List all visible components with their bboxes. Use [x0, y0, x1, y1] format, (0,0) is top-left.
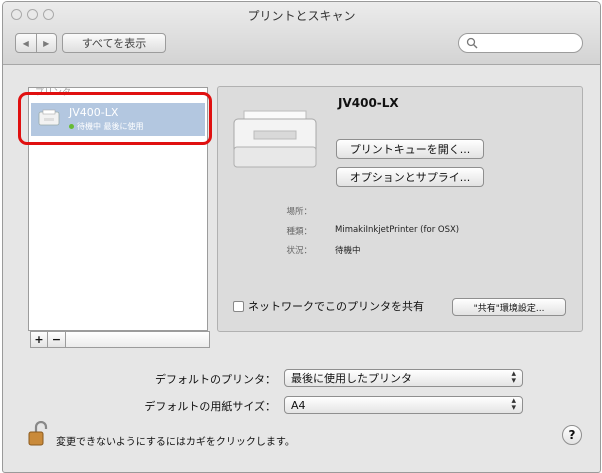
- back-forward-buttons: ◀ ▶: [15, 33, 57, 53]
- share-printer-label: ネットワークでこのプリンタを共有: [248, 300, 424, 313]
- status-value: 待機中: [335, 246, 361, 256]
- popup-arrows-icon: ▴ ▾: [511, 369, 516, 386]
- add-printer-button[interactable]: +: [30, 331, 48, 348]
- kind-label: 種類：: [286, 227, 312, 237]
- show-all-button[interactable]: すべてを表示: [62, 33, 166, 53]
- popup-arrows-icon: ▴ ▾: [511, 396, 516, 413]
- large-printer-icon: [233, 110, 317, 168]
- status-label: 状況：: [286, 246, 312, 256]
- printer-detail-panel: JV400-LX プリントキューを開く... オプションとサプライ... 場所：…: [217, 86, 583, 332]
- detail-printer-name: JV400-LX: [338, 96, 399, 110]
- search-input[interactable]: [458, 33, 583, 53]
- default-printer-value: 最後に使用したプリンタ: [291, 372, 412, 385]
- title-bar: プリントとスキャン ◀ ▶ すべてを表示: [3, 2, 600, 65]
- default-paper-value: A4: [291, 398, 306, 412]
- search-icon: [466, 37, 478, 49]
- help-button[interactable]: ?: [562, 425, 582, 445]
- default-paper-label: デフォルトの用紙サイズ：: [144, 400, 276, 413]
- share-printer-checkbox[interactable]: [233, 300, 244, 312]
- forward-button[interactable]: ▶: [35, 34, 57, 52]
- kind-value: MimakiInkjetPrinter (for OSX): [335, 225, 460, 235]
- remove-printer-button[interactable]: −: [48, 331, 66, 348]
- list-buttons: + −: [30, 331, 210, 348]
- location-label: 場所：: [286, 207, 312, 217]
- default-printer-select[interactable]: 最後に使用したプリンタ ▴ ▾: [284, 369, 523, 387]
- selection-highlight-annotation: [18, 92, 212, 145]
- default-paper-select[interactable]: A4 ▴ ▾: [284, 396, 523, 414]
- share-printer-row: ネットワークでこのプリンタを共有: [233, 298, 424, 314]
- default-printer-label: デフォルトのプリンタ：: [155, 373, 276, 386]
- forward-arrow-icon: ▶: [43, 38, 50, 48]
- open-print-queue-button[interactable]: プリントキューを開く...: [336, 139, 484, 159]
- list-button-bar: [66, 331, 210, 348]
- lock-icon[interactable]: [26, 421, 52, 447]
- sharing-preferences-button[interactable]: "共有"環境設定...: [452, 298, 566, 316]
- window-title: プリントとスキャン: [247, 9, 356, 23]
- back-button[interactable]: ◀: [16, 34, 36, 52]
- back-arrow-icon: ◀: [22, 38, 29, 48]
- options-supplies-button[interactable]: オプションとサプライ...: [336, 167, 484, 187]
- lock-hint-text: 変更できないようにするにはカギをクリックします。: [56, 437, 295, 448]
